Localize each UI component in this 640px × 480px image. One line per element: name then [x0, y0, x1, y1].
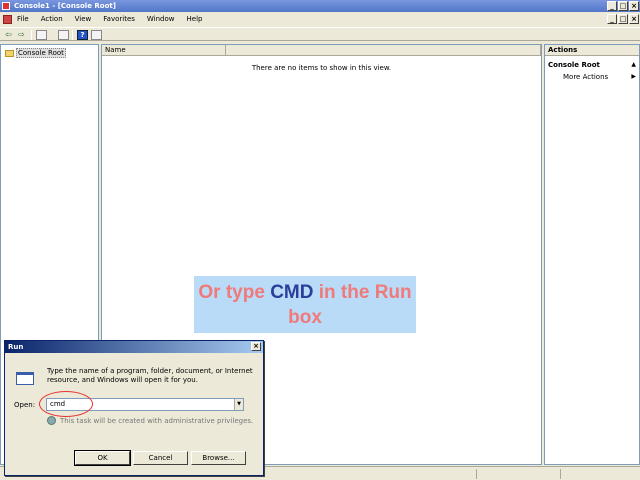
window-title: Console1 - [Console Root]: [14, 2, 116, 10]
folder-icon: [5, 49, 14, 57]
menu-help[interactable]: Help: [187, 15, 203, 23]
highlight-circle: [39, 391, 93, 417]
toolbar: ⇦ ⇨ ?: [0, 27, 640, 41]
minimize-button[interactable]: _: [607, 1, 617, 11]
dropdown-arrow-icon[interactable]: ▼: [234, 399, 243, 410]
child-maximize-button[interactable]: □: [618, 14, 628, 24]
column-header-empty[interactable]: [226, 45, 541, 56]
actions-section-label: Console Root: [548, 61, 600, 69]
actions-header: Actions: [545, 45, 639, 56]
tree-item-console-root[interactable]: Console Root: [5, 48, 66, 58]
cancel-button[interactable]: Cancel: [133, 451, 188, 465]
actions-section-console-root[interactable]: Console Root ▲: [545, 59, 639, 71]
child-window-controls: _ □ ×: [607, 14, 639, 24]
menu-window[interactable]: Window: [147, 15, 175, 23]
column-header-name[interactable]: Name: [102, 45, 226, 56]
toolbar-separator: [72, 30, 73, 40]
run-program-icon: [16, 372, 34, 385]
menubar: File Action View Favorites Window Help _…: [0, 13, 640, 26]
menu-file[interactable]: File: [17, 15, 29, 23]
tree-item-label: Console Root: [16, 48, 66, 58]
ok-button[interactable]: OK: [74, 450, 131, 466]
run-dialog-titlebar: Run ×: [5, 341, 263, 353]
empty-list-message: There are no items to show in this view.: [251, 64, 392, 72]
caption-highlight: CMD: [270, 282, 314, 303]
caption-text-part1: Or type: [198, 282, 271, 303]
help-icon[interactable]: ?: [77, 30, 88, 40]
child-minimize-button[interactable]: _: [607, 14, 617, 24]
window-controls: _ □ ×: [607, 1, 639, 11]
shield-icon: [47, 416, 56, 425]
back-arrow-icon[interactable]: ⇦: [3, 30, 14, 40]
actions-pane: Actions Console Root ▲ More Actions ▶: [544, 44, 640, 465]
instruction-caption: Or type CMD in the Run box: [194, 276, 416, 333]
menu-action[interactable]: Action: [41, 15, 63, 23]
window-titlebar: Console1 - [Console Root] _ □ ×: [0, 0, 640, 12]
show-hide-action-pane-icon[interactable]: [91, 30, 102, 40]
child-close-button[interactable]: ×: [629, 14, 639, 24]
maximize-button[interactable]: □: [618, 1, 628, 11]
console-icon[interactable]: [3, 15, 12, 24]
submenu-arrow-icon: ▶: [631, 73, 636, 80]
menu-favorites[interactable]: Favorites: [103, 15, 135, 23]
run-dialog: Run × Type the name of a program, folder…: [4, 340, 264, 476]
menu-view[interactable]: View: [75, 15, 92, 23]
action-item-label: More Actions: [563, 73, 609, 81]
forward-arrow-icon[interactable]: ⇨: [16, 30, 27, 40]
browse-button[interactable]: Browse...: [191, 451, 246, 465]
collapse-arrow-icon[interactable]: ▲: [631, 59, 636, 71]
status-separator: [476, 469, 477, 479]
run-close-button[interactable]: ×: [251, 342, 261, 351]
export-list-icon[interactable]: [58, 30, 69, 40]
close-button[interactable]: ×: [629, 1, 639, 11]
toolbar-separator: [31, 30, 32, 40]
mmc-app-icon: [2, 2, 10, 10]
show-hide-tree-icon[interactable]: [36, 30, 47, 40]
admin-note: This task will be created with administr…: [60, 417, 254, 425]
run-dialog-title: Run: [8, 343, 24, 351]
action-more-actions[interactable]: More Actions ▶: [545, 71, 639, 83]
open-label: Open:: [14, 401, 36, 409]
run-description: Type the name of a program, folder, docu…: [47, 367, 253, 384]
status-separator: [560, 469, 561, 479]
